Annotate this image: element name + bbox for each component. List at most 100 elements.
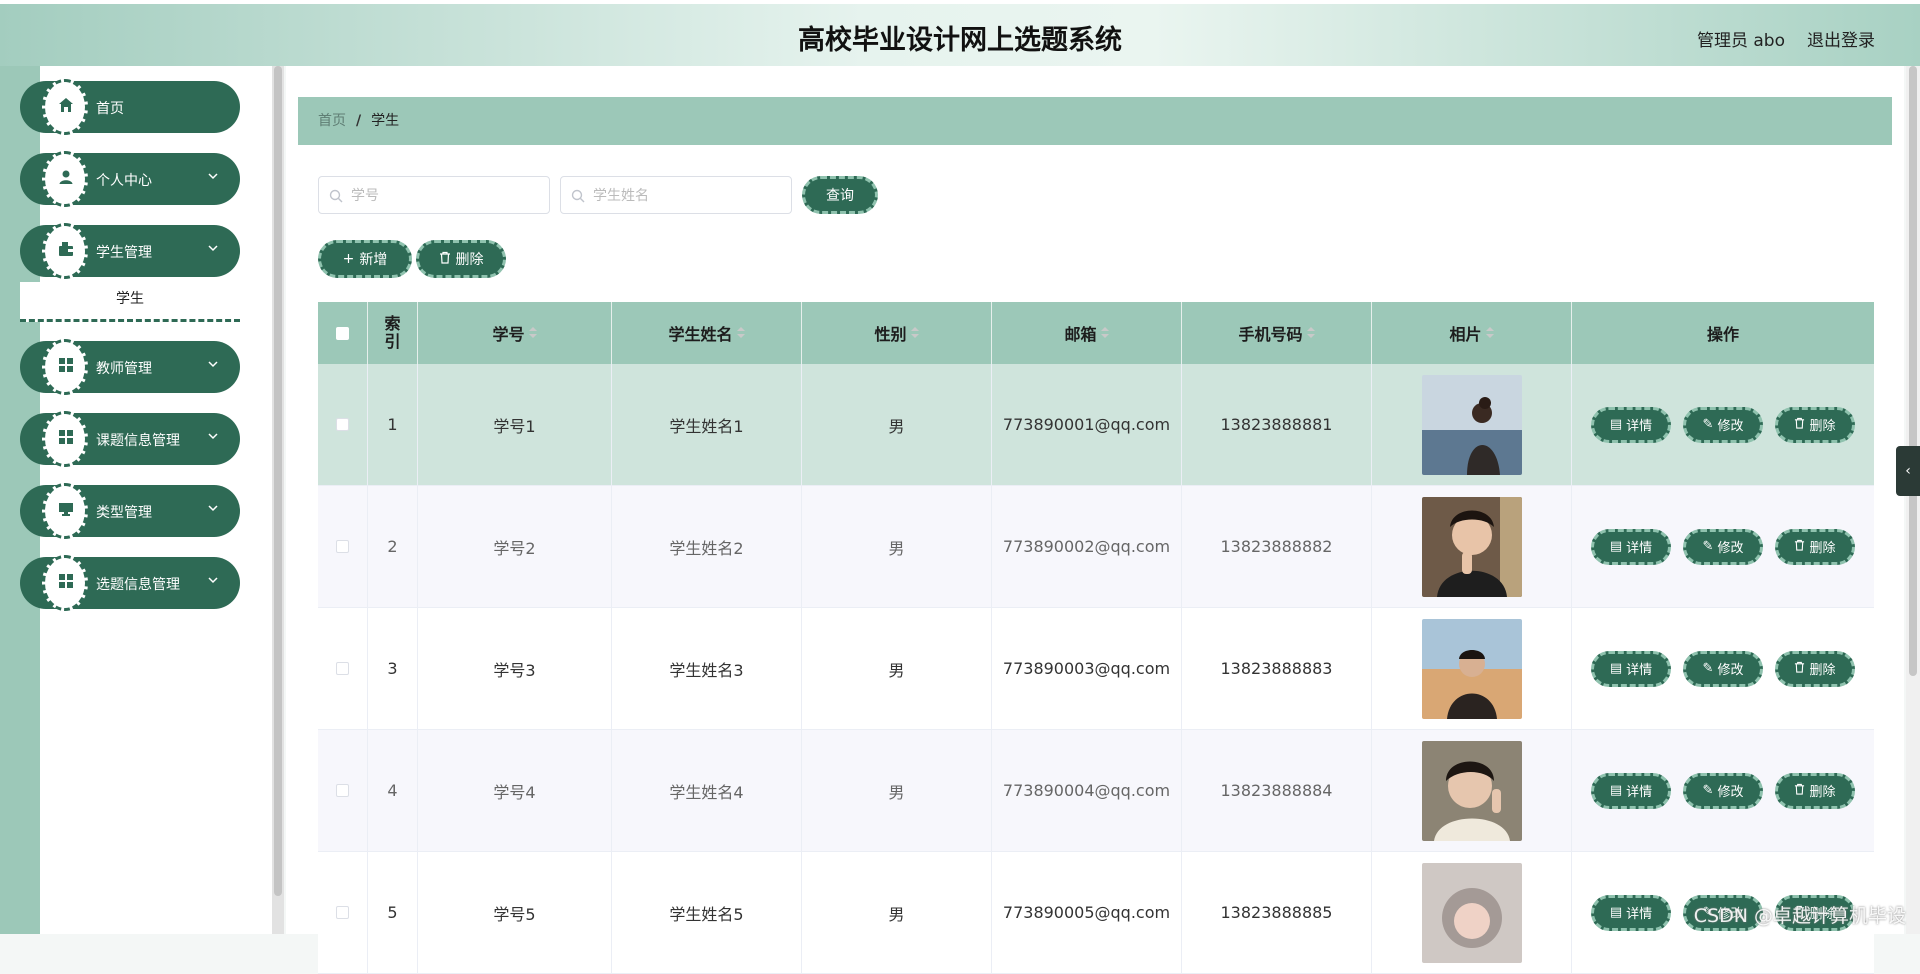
detail-button[interactable]: ▤ 详情 bbox=[1591, 650, 1671, 687]
col-phone[interactable]: 手机号码 bbox=[1182, 302, 1372, 364]
breadcrumb-current: 学生 bbox=[371, 113, 400, 129]
cell-student-name: 学生姓名1 bbox=[612, 364, 802, 485]
cell-student-name: 学生姓名3 bbox=[612, 608, 802, 729]
student-name-input[interactable] bbox=[591, 185, 785, 207]
student-name-search[interactable] bbox=[560, 176, 792, 214]
wallet-icon bbox=[57, 240, 75, 258]
delete-button[interactable]: 删除 bbox=[1775, 528, 1855, 565]
col-photo[interactable]: 相片 bbox=[1372, 302, 1572, 364]
cell-gender: 男 bbox=[802, 364, 992, 485]
sort-icon[interactable] bbox=[1485, 327, 1494, 339]
row-checkbox[interactable] bbox=[336, 662, 349, 675]
logout-link[interactable]: 退出登录 bbox=[1807, 26, 1875, 51]
sort-icon[interactable] bbox=[910, 327, 919, 339]
sort-icon[interactable] bbox=[528, 327, 537, 339]
cell-index: 3 bbox=[368, 608, 418, 729]
student-no-search[interactable] bbox=[318, 176, 550, 214]
sidebar-item-type-management[interactable]: 类型管理 bbox=[20, 483, 240, 539]
sidebar-item-student-management[interactable]: 学生管理 bbox=[20, 223, 240, 279]
breadcrumb-home[interactable]: 首页 bbox=[318, 113, 346, 129]
table-row[interactable]: 1 学号1 学生姓名1 男 773890001@qq.com 138238888… bbox=[318, 364, 1874, 486]
student-photo[interactable] bbox=[1421, 862, 1522, 963]
sidebar-item-label: 教师管理 bbox=[96, 361, 152, 377]
cell-student-no: 学号1 bbox=[418, 364, 612, 485]
delete-button[interactable]: 删除 bbox=[1775, 772, 1855, 809]
edit-icon: ✎ bbox=[1702, 783, 1714, 798]
home-icon bbox=[57, 96, 75, 114]
breadcrumb: 首页 / 学生 bbox=[298, 97, 1892, 145]
plus-icon: + bbox=[342, 251, 355, 267]
sidebar-item-label: 类型管理 bbox=[96, 505, 152, 521]
trash-icon bbox=[1794, 661, 1805, 677]
cell-index: 4 bbox=[368, 730, 418, 851]
row-checkbox[interactable] bbox=[336, 906, 349, 919]
col-email[interactable]: 邮箱 bbox=[992, 302, 1182, 364]
sidebar-item-home[interactable]: 首页 bbox=[20, 79, 240, 135]
student-no-input[interactable] bbox=[349, 185, 543, 207]
cell-gender: 男 bbox=[802, 608, 992, 729]
sort-icon[interactable] bbox=[1100, 327, 1109, 339]
cell-phone: 13823888883 bbox=[1182, 608, 1372, 729]
chevron-down-icon bbox=[206, 501, 220, 515]
cell-email: 773890005@qq.com bbox=[992, 852, 1182, 973]
collapse-panel-button[interactable]: ‹ bbox=[1896, 446, 1920, 496]
cell-email: 773890004@qq.com bbox=[992, 730, 1182, 851]
search-icon bbox=[571, 188, 585, 203]
detail-button[interactable]: ▤ 详情 bbox=[1591, 772, 1671, 809]
sort-icon[interactable] bbox=[736, 327, 745, 339]
detail-button[interactable]: ▤ 详情 bbox=[1591, 406, 1671, 443]
col-student-name[interactable]: 学生姓名 bbox=[612, 302, 802, 364]
user-icon bbox=[57, 168, 75, 186]
col-student-no[interactable]: 学号 bbox=[418, 302, 612, 364]
sidebar-subitem-student[interactable]: 学生 bbox=[20, 282, 240, 322]
monitor-icon bbox=[57, 500, 75, 518]
edit-button[interactable]: ✎ 修改 bbox=[1683, 650, 1763, 687]
student-photo[interactable] bbox=[1421, 496, 1522, 597]
col-index: 索引 bbox=[368, 302, 418, 364]
col-gender[interactable]: 性别 bbox=[802, 302, 992, 364]
trash-icon bbox=[439, 251, 451, 268]
add-button[interactable]: + 新增 bbox=[318, 240, 412, 278]
edit-icon: ✎ bbox=[1702, 417, 1714, 432]
page-title: 高校毕业设计网上选题系统 bbox=[798, 25, 1122, 56]
detail-button[interactable]: ▤ 详情 bbox=[1591, 894, 1671, 931]
table-row[interactable]: 2 学号2 学生姓名2 男 773890002@qq.com 138238888… bbox=[318, 486, 1874, 608]
delete-button[interactable]: 删除 bbox=[1775, 650, 1855, 687]
sidebar-item-teacher-management[interactable]: 教师管理 bbox=[20, 339, 240, 395]
edit-button[interactable]: ✎ 修改 bbox=[1683, 772, 1763, 809]
table-row[interactable]: 3 学号3 学生姓名3 男 773890003@qq.com 138238888… bbox=[318, 608, 1874, 730]
row-checkbox[interactable] bbox=[336, 784, 349, 797]
grid-icon bbox=[57, 356, 75, 374]
edit-button[interactable]: ✎ 修改 bbox=[1683, 528, 1763, 565]
row-checkbox[interactable] bbox=[336, 418, 349, 431]
table-row[interactable]: 5 学号5 学生姓名5 男 773890005@qq.com 138238888… bbox=[318, 852, 1874, 974]
sort-icon[interactable] bbox=[1306, 327, 1315, 339]
detail-button[interactable]: ▤ 详情 bbox=[1591, 528, 1671, 565]
table-row[interactable]: 4 学号4 学生姓名4 男 773890004@qq.com 138238888… bbox=[318, 730, 1874, 852]
cell-gender: 男 bbox=[802, 730, 992, 851]
current-user-label: 管理员 abo bbox=[1696, 31, 1785, 51]
chevron-down-icon bbox=[206, 357, 220, 371]
batch-delete-button[interactable]: 删除 bbox=[416, 240, 506, 278]
query-button[interactable]: 查询 bbox=[802, 176, 878, 214]
cell-phone: 13823888884 bbox=[1182, 730, 1372, 851]
document-icon: ▤ bbox=[1609, 783, 1623, 798]
select-all-cell bbox=[318, 302, 368, 364]
select-all-checkbox[interactable] bbox=[336, 326, 349, 340]
delete-button[interactable]: 删除 bbox=[1775, 406, 1855, 443]
trash-icon bbox=[1794, 539, 1805, 555]
sidebar-item-profile[interactable]: 个人中心 bbox=[20, 151, 240, 207]
document-icon: ▤ bbox=[1609, 539, 1623, 554]
sidebar-item-topic-management[interactable]: 课题信息管理 bbox=[20, 411, 240, 467]
grid-icon bbox=[57, 572, 75, 590]
student-photo[interactable] bbox=[1421, 374, 1522, 475]
sidebar-scrollbar[interactable] bbox=[272, 66, 284, 934]
row-checkbox[interactable] bbox=[336, 540, 349, 553]
sidebar-item-selection-management[interactable]: 选题信息管理 bbox=[20, 555, 240, 611]
main-scrollbar[interactable] bbox=[1906, 66, 1920, 934]
cell-index: 2 bbox=[368, 486, 418, 607]
student-photo[interactable] bbox=[1421, 740, 1522, 841]
col-actions: 操作 bbox=[1706, 325, 1739, 344]
edit-button[interactable]: ✎ 修改 bbox=[1683, 406, 1763, 443]
student-photo[interactable] bbox=[1421, 618, 1522, 719]
